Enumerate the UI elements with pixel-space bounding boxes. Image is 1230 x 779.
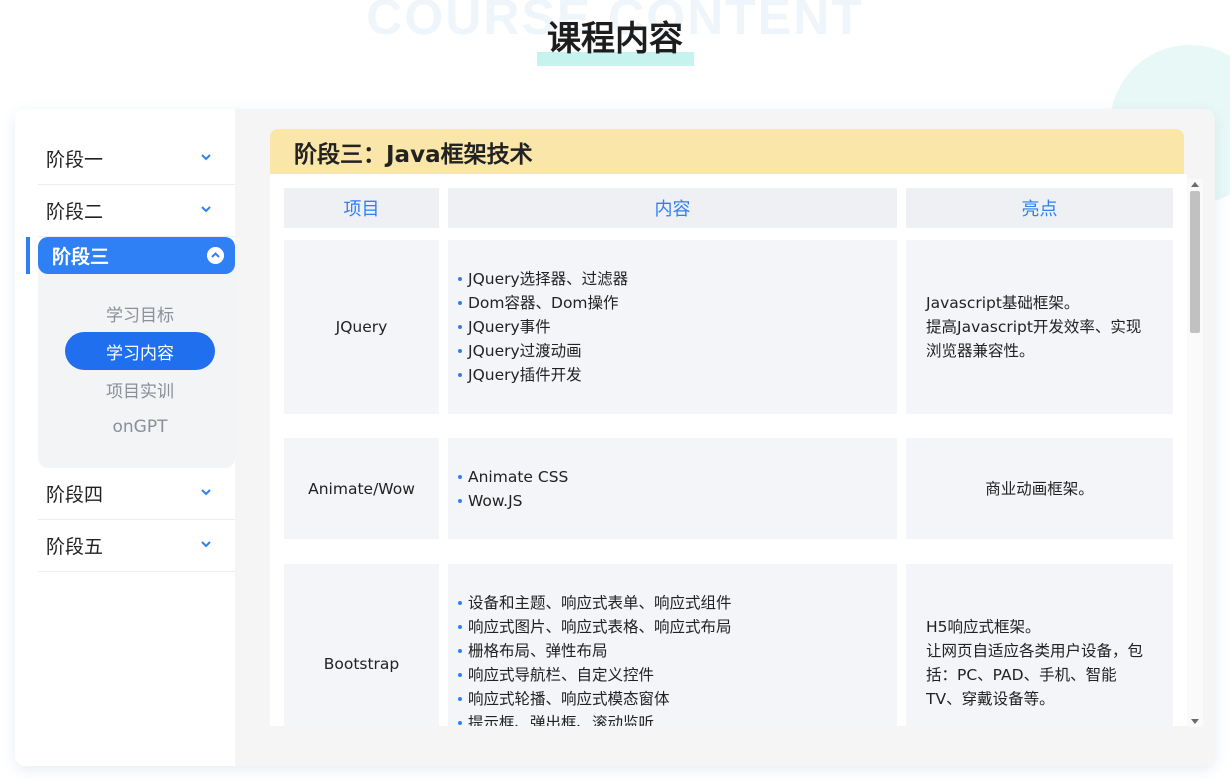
list-item: Dom容器、Dom操作 bbox=[458, 291, 897, 315]
stage-item-label: 阶段四 bbox=[46, 484, 104, 506]
table-cell-project: Bootstrap bbox=[284, 564, 439, 726]
stage-item-2[interactable]: 阶段二 bbox=[38, 185, 235, 237]
list-item: JQuery过渡动画 bbox=[458, 339, 897, 363]
submenu-item-ongpt[interactable]: onGPT bbox=[65, 408, 215, 446]
submenu-item-projects[interactable]: 项目实训 bbox=[65, 370, 215, 408]
list-item: 响应式轮播、响应式模态窗体 bbox=[458, 687, 897, 711]
list-item: JQuery事件 bbox=[458, 315, 897, 339]
stage-item-label: 阶段二 bbox=[46, 201, 104, 223]
highlight-line: 商业动画框架。 bbox=[985, 479, 1094, 498]
list-item: JQuery选择器、过滤器 bbox=[458, 267, 897, 291]
content-list: Animate CSS Wow.JS bbox=[448, 465, 897, 513]
chevron-down-icon bbox=[201, 206, 211, 213]
list-item: 响应式导航栏、自定义控件 bbox=[458, 663, 897, 687]
table-cell-highlight: Javascript基础框架。 提高Javascript开发效率、实现 浏览器兼… bbox=[906, 240, 1173, 414]
content-list: JQuery选择器、过滤器 Dom容器、Dom操作 JQuery事件 JQuer… bbox=[448, 267, 897, 387]
stage-item-5[interactable]: 阶段五 bbox=[38, 520, 235, 572]
highlight-line: TV、穿戴设备等。 bbox=[926, 690, 1055, 708]
list-item: Animate CSS bbox=[458, 465, 897, 489]
list-item: Wow.JS bbox=[458, 489, 897, 513]
list-item: 设备和主题、响应式表单、响应式组件 bbox=[458, 591, 897, 615]
stage-item-label: 阶段五 bbox=[46, 536, 104, 558]
submenu-item-content[interactable]: 学习内容 bbox=[65, 332, 215, 370]
highlight-line: Javascript基础框架。 bbox=[926, 294, 1080, 312]
course-card: 阶段一 阶段二 阶段三 学习目标 学习内容 项目实训 onGPT 阶段四 阶段五… bbox=[15, 109, 1215, 766]
chevron-up-icon bbox=[207, 247, 224, 264]
stage-sidebar: 阶段一 阶段二 阶段三 学习目标 学习内容 项目实训 onGPT 阶段四 阶段五 bbox=[15, 109, 235, 766]
active-stage-panel: 阶段三 学习目标 学习内容 项目实训 onGPT bbox=[26, 237, 235, 468]
list-item: 响应式图片、响应式表格、响应式布局 bbox=[458, 615, 897, 639]
stage-heading: 阶段三：Java框架技术 bbox=[270, 129, 1184, 174]
submenu-item-goals[interactable]: 学习目标 bbox=[65, 294, 215, 332]
table-header-project: 项目 bbox=[284, 188, 439, 228]
active-indicator-bar bbox=[26, 237, 30, 274]
table-cell-content: 设备和主题、响应式表单、响应式组件 响应式图片、响应式表格、响应式布局 栅格布局… bbox=[448, 564, 897, 726]
highlight-line: H5响应式框架。 bbox=[926, 618, 1041, 636]
stage-item-3-active[interactable]: 阶段三 bbox=[38, 237, 235, 274]
chevron-down-icon bbox=[201, 154, 211, 161]
content-table: 项目 内容 亮点 JQuery JQuery选择器、过滤器 Dom容器、Dom操… bbox=[270, 174, 1187, 726]
scroll-down-arrow-icon[interactable] bbox=[1191, 719, 1199, 724]
list-item: 栅格布局、弹性布局 bbox=[458, 639, 897, 663]
table-cell-content: Animate CSS Wow.JS bbox=[448, 438, 897, 539]
page-title: 课程内容 bbox=[0, 14, 1230, 66]
table-cell-content: JQuery选择器、过滤器 Dom容器、Dom操作 JQuery事件 JQuer… bbox=[448, 240, 897, 414]
highlight-line: 让网页自适应各类用户设备，包 bbox=[926, 642, 1144, 660]
stage-item-label: 阶段三 bbox=[52, 246, 110, 268]
page-title-text: 课程内容 bbox=[547, 19, 683, 59]
stage-submenu: 学习目标 学习内容 项目实训 onGPT bbox=[38, 274, 235, 446]
stage-item-1[interactable]: 阶段一 bbox=[38, 133, 235, 185]
chevron-down-icon bbox=[201, 489, 211, 496]
table-cell-project: Animate/Wow bbox=[284, 438, 439, 539]
stage-item-4[interactable]: 阶段四 bbox=[38, 468, 235, 520]
table-cell-highlight: 商业动画框架。 bbox=[906, 438, 1173, 539]
table-cell-project: JQuery bbox=[284, 240, 439, 414]
chevron-down-icon bbox=[201, 541, 211, 548]
table-header-highlight: 亮点 bbox=[906, 188, 1173, 228]
table-header-content: 内容 bbox=[448, 188, 897, 228]
highlight-line: 括：PC、PAD、手机、智能 bbox=[926, 666, 1117, 684]
stage-item-label: 阶段一 bbox=[46, 149, 104, 171]
highlight-line: 浏览器兼容性。 bbox=[926, 342, 1035, 360]
scrollbar-thumb[interactable] bbox=[1190, 191, 1200, 333]
vertical-scrollbar[interactable] bbox=[1187, 179, 1203, 727]
list-item: JQuery插件开发 bbox=[458, 363, 897, 387]
scroll-up-arrow-icon[interactable] bbox=[1191, 182, 1199, 187]
highlight-line: 提高Javascript开发效率、实现 bbox=[926, 318, 1142, 336]
content-list: 设备和主题、响应式表单、响应式组件 响应式图片、响应式表格、响应式布局 栅格布局… bbox=[448, 591, 897, 726]
list-item: 提示框、弹出框、滚动监听 bbox=[458, 711, 897, 726]
table-cell-highlight: H5响应式框架。 让网页自适应各类用户设备，包 括：PC、PAD、手机、智能 T… bbox=[906, 564, 1173, 726]
